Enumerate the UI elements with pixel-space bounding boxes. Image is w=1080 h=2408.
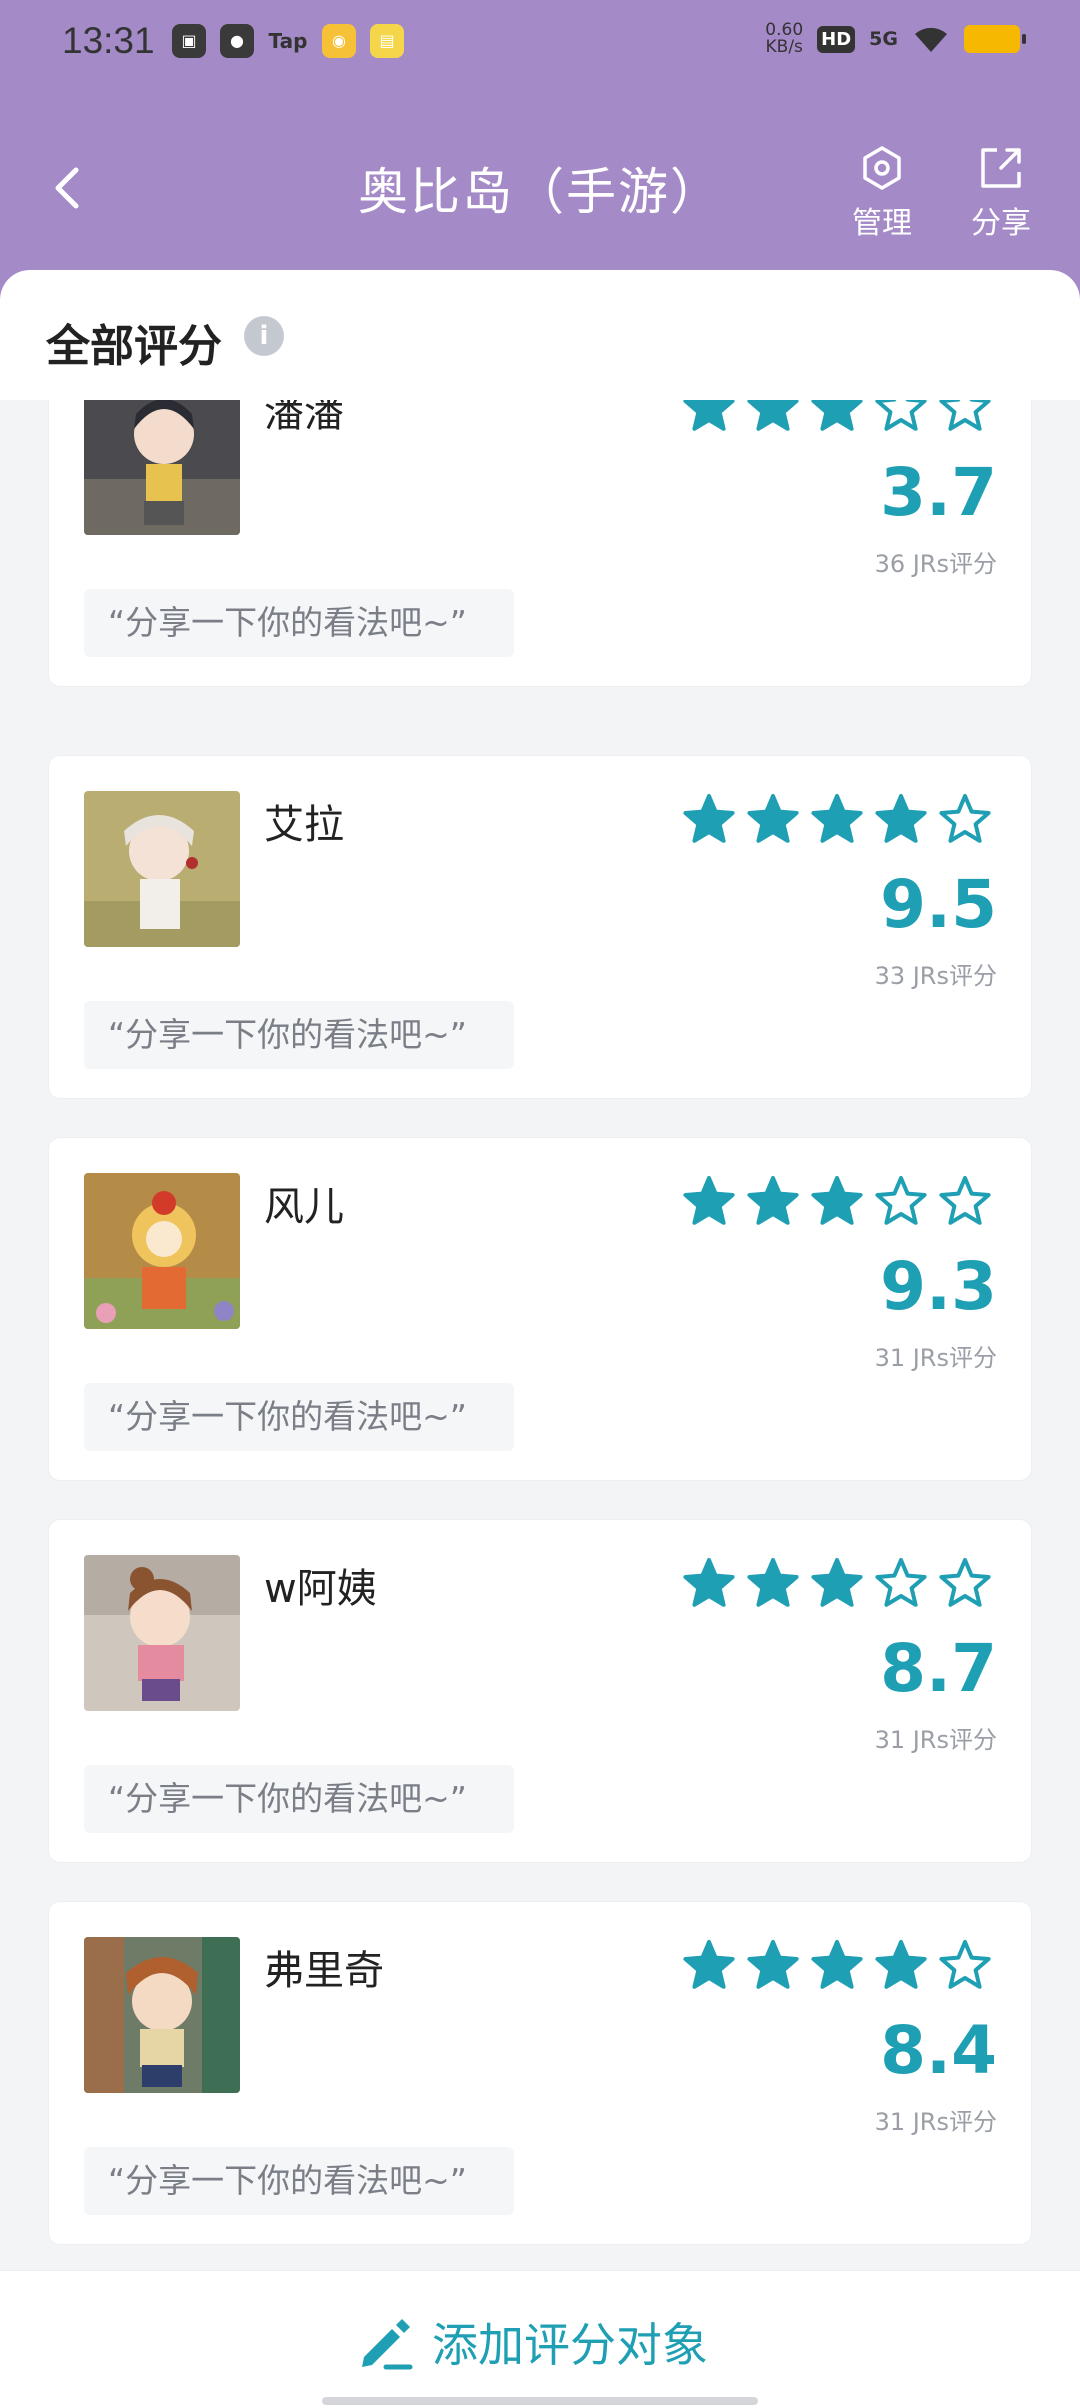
share-icon xyxy=(981,148,1021,188)
rating-count: 31 JRs评分 xyxy=(874,2108,997,2136)
home-indicator[interactable] xyxy=(322,2397,758,2405)
share-label: 分享 xyxy=(971,206,1031,241)
star-filled-icon[interactable] xyxy=(809,792,865,848)
weibo-notification-icon: ◉ xyxy=(322,24,356,58)
comment-prompt[interactable]: “分享一下你的看法吧~” xyxy=(84,589,514,657)
share-button[interactable]: 分享 xyxy=(951,144,1051,242)
star-filled-icon[interactable] xyxy=(809,1174,865,1230)
star-empty-icon[interactable] xyxy=(937,792,993,848)
person-name: 弗里奇 xyxy=(264,1948,384,1994)
star-filled-icon[interactable] xyxy=(681,792,737,848)
status-indicators: 0.60 KB/s HD 5G xyxy=(765,20,1026,57)
network-speed: 0.60 KB/s xyxy=(765,20,804,57)
star-empty-icon[interactable] xyxy=(937,1556,993,1612)
manage-label: 管理 xyxy=(852,206,912,241)
avatar xyxy=(84,1173,240,1329)
star-rating[interactable] xyxy=(681,792,993,848)
star-empty-icon[interactable] xyxy=(873,1556,929,1612)
star-filled-icon[interactable] xyxy=(873,792,929,848)
manage-button[interactable]: 管理 xyxy=(832,144,932,242)
character-avatar-image xyxy=(84,1555,240,1711)
rating-count: 31 JRs评分 xyxy=(874,1726,997,1754)
character-avatar-image xyxy=(84,1937,240,2093)
tap-notification-icon: Tap xyxy=(268,29,308,53)
star-empty-icon[interactable] xyxy=(937,1938,993,1994)
rating-count: 36 JRs评分 xyxy=(874,550,997,578)
star-empty-icon[interactable] xyxy=(937,400,993,436)
comment-prompt[interactable]: “分享一下你的看法吧~” xyxy=(84,2147,514,2215)
star-filled-icon[interactable] xyxy=(745,1174,801,1230)
score-value: 8.4 xyxy=(880,2012,997,2089)
avatar xyxy=(84,1555,240,1711)
star-rating[interactable] xyxy=(681,400,993,436)
person-name: w阿姨 xyxy=(264,1566,377,1612)
star-filled-icon[interactable] xyxy=(745,792,801,848)
rating-count: 33 JRs评分 xyxy=(874,962,997,990)
app-notification-icon-2: ▤ xyxy=(370,24,404,58)
comment-prompt[interactable]: “分享一下你的看法吧~” xyxy=(84,1001,514,1069)
rating-card[interactable]: 艾拉 9.5 33 JRs评分 “分享一下你的看法吧~” xyxy=(48,755,1032,1099)
add-rating-target-label: 添加评分对象 xyxy=(432,2318,708,2372)
status-time: 13:31 xyxy=(62,20,155,61)
person-name: 潘潘 xyxy=(264,400,344,436)
rating-count: 31 JRs评分 xyxy=(874,1344,997,1372)
section-title: 全部评分 xyxy=(46,321,222,372)
star-filled-icon[interactable] xyxy=(809,400,865,436)
avatar xyxy=(84,1937,240,2093)
avatar xyxy=(84,791,240,947)
star-filled-icon[interactable] xyxy=(809,1556,865,1612)
status-bar: 13:31 ▣ ● Tap ◉ ▤ 0.60 KB/s HD 5G xyxy=(0,0,1080,86)
score-value: 3.7 xyxy=(880,454,997,531)
notification-icons: ▣ ● Tap ◉ ▤ xyxy=(172,24,404,58)
star-rating[interactable] xyxy=(681,1556,993,1612)
star-filled-icon[interactable] xyxy=(681,1556,737,1612)
character-avatar-image xyxy=(84,791,240,947)
nav-bar: 奥比岛（手游） 管理 分享 xyxy=(0,130,1080,250)
comment-prompt[interactable]: “分享一下你的看法吧~” xyxy=(84,1765,514,1833)
person-name: 风儿 xyxy=(264,1184,344,1230)
app-notification-icon: ▣ xyxy=(172,24,206,58)
score-value: 9.5 xyxy=(880,866,997,943)
rating-card[interactable]: 风儿 9.3 31 JRs评分 “分享一下你的看法吧~” xyxy=(48,1137,1032,1481)
add-rating-target-button[interactable]: 添加评分对象 xyxy=(356,2309,708,2375)
star-filled-icon[interactable] xyxy=(745,1938,801,1994)
avatar xyxy=(84,400,240,535)
rating-card[interactable]: w阿姨 8.7 31 JRs评分 “分享一下你的看法吧~” xyxy=(48,1519,1032,1863)
star-empty-icon[interactable] xyxy=(873,1174,929,1230)
info-icon[interactable]: i xyxy=(244,316,284,356)
score-value: 8.7 xyxy=(880,1630,997,1707)
star-empty-icon[interactable] xyxy=(937,1174,993,1230)
bottom-bar: 添加评分对象 xyxy=(0,2270,1080,2408)
hd-icon: HD xyxy=(817,25,856,53)
star-filled-icon[interactable] xyxy=(681,1938,737,1994)
character-avatar-image xyxy=(84,400,240,535)
signal-icon: 5G xyxy=(869,28,898,50)
rating-card[interactable]: 潘潘 3.7 36 JRs评分 “分享一下你的看法吧~” xyxy=(48,400,1032,687)
rating-card[interactable]: 弗里奇 8.4 31 JRs评分 “分享一下你的看法吧~” xyxy=(48,1901,1032,2245)
star-filled-icon[interactable] xyxy=(681,1174,737,1230)
section-header: 全部评分 xyxy=(0,270,1080,400)
star-filled-icon[interactable] xyxy=(745,400,801,436)
star-filled-icon[interactable] xyxy=(809,1938,865,1994)
comment-prompt[interactable]: “分享一下你的看法吧~” xyxy=(84,1383,514,1451)
settings-hexagon-icon xyxy=(863,146,901,190)
star-filled-icon[interactable] xyxy=(873,1938,929,1994)
person-name: 艾拉 xyxy=(264,802,344,848)
star-empty-icon[interactable] xyxy=(873,400,929,436)
edit-pencil-icon xyxy=(362,2319,413,2370)
character-avatar-image xyxy=(84,1173,240,1329)
star-filled-icon[interactable] xyxy=(745,1556,801,1612)
chat-notification-icon: ● xyxy=(220,24,254,58)
wifi-icon xyxy=(915,27,947,52)
rating-list[interactable]: 潘潘 3.7 36 JRs评分 “分享一下你的看法吧~” 艾拉 9.5 33 J… xyxy=(0,400,1080,2270)
star-filled-icon[interactable] xyxy=(681,400,737,436)
star-rating[interactable] xyxy=(681,1174,993,1230)
star-rating[interactable] xyxy=(681,1938,993,1994)
battery-icon xyxy=(964,25,1026,53)
score-value: 9.3 xyxy=(880,1248,997,1325)
